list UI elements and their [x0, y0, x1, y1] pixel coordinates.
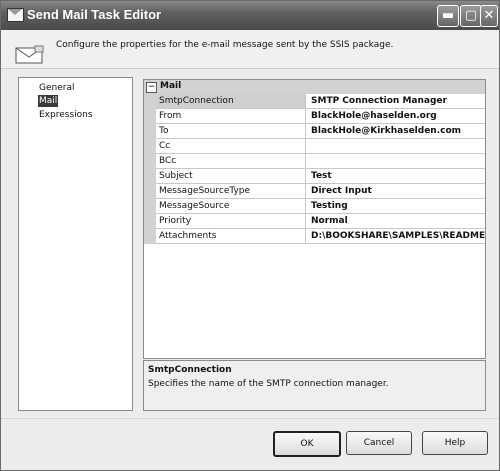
grid-gutter [144, 94, 156, 244]
property-value[interactable] [308, 139, 485, 153]
property-name: Attachments [156, 229, 306, 243]
mail-window-icon [7, 8, 24, 22]
footer-divider [1, 418, 499, 419]
property-name: MessageSource [156, 199, 306, 213]
property-value[interactable]: D:\BOOKSHARE\SAMPLES\README.T [308, 229, 485, 243]
nav-item-expressions[interactable]: Expressions [38, 109, 94, 121]
property-row-priority[interactable]: Priority Normal [156, 214, 485, 229]
property-row-smtpconnection[interactable]: SmtpConnection SMTP Connection Manager [156, 94, 485, 109]
property-description-panel: SmtpConnection Specifies the name of the… [143, 360, 486, 411]
property-row-cc[interactable]: Cc [156, 139, 485, 154]
property-name: Cc [156, 139, 306, 153]
property-name: MessageSourceType [156, 184, 306, 198]
ok-button[interactable]: OK [273, 431, 341, 457]
property-row-messagesourcetype[interactable]: MessageSourceType Direct Input [156, 184, 485, 199]
property-value[interactable]: Direct Input [308, 184, 485, 198]
page-navigation-list: General Mail Expressions [18, 77, 133, 411]
mail-envelope-icon [15, 45, 44, 64]
property-name: Subject [156, 169, 306, 183]
send-mail-task-editor-window: Send Mail Task Editor ▬ ▢ ✕ Configure th… [0, 0, 500, 471]
close-button[interactable]: ✕ [480, 5, 498, 27]
property-value[interactable]: SMTP Connection Manager [308, 94, 485, 108]
title-bar[interactable]: Send Mail Task Editor ▬ ▢ ✕ [1, 1, 499, 30]
property-name: BCc [156, 154, 306, 168]
collapse-icon[interactable]: − [146, 82, 157, 93]
help-button[interactable]: Help [422, 431, 488, 455]
nav-item-mail[interactable]: Mail [38, 95, 59, 107]
property-value[interactable]: Test [308, 169, 485, 183]
property-name: From [156, 109, 306, 123]
property-name: SmtpConnection [156, 94, 306, 108]
category-label: Mail [160, 81, 182, 91]
minimize-button[interactable]: ▬ [437, 5, 459, 27]
property-value[interactable]: Normal [308, 214, 485, 228]
property-row-messagesource[interactable]: MessageSource Testing [156, 199, 485, 214]
description-text: Specifies the name of the SMTP connectio… [148, 379, 389, 389]
window-title: Send Mail Task Editor [27, 7, 162, 22]
property-value[interactable]: BlackHole@haselden.org [308, 109, 485, 123]
header-banner: Configure the properties for the e-mail … [1, 30, 499, 69]
description-title: SmtpConnection [148, 365, 232, 375]
property-row-attachments[interactable]: Attachments D:\BOOKSHARE\SAMPLES\README.… [156, 229, 485, 244]
property-row-subject[interactable]: Subject Test [156, 169, 485, 184]
cancel-button[interactable]: Cancel [346, 431, 412, 455]
category-row-mail[interactable]: − Mail [144, 80, 485, 94]
property-value[interactable] [308, 154, 485, 168]
property-row-to[interactable]: To BlackHole@Kirkhaselden.com [156, 124, 485, 139]
property-value[interactable]: BlackHole@Kirkhaselden.com [308, 124, 485, 138]
property-name: Priority [156, 214, 306, 228]
nav-item-general[interactable]: General [38, 82, 75, 94]
property-value[interactable]: Testing [308, 199, 485, 213]
property-grid: − Mail SmtpConnection SMTP Connection Ma… [143, 79, 486, 359]
property-name: To [156, 124, 306, 138]
header-description: Configure the properties for the e-mail … [56, 40, 394, 50]
maximize-button[interactable]: ▢ [460, 5, 482, 27]
property-row-bcc[interactable]: BCc [156, 154, 485, 169]
property-row-from[interactable]: From BlackHole@haselden.org [156, 109, 485, 124]
